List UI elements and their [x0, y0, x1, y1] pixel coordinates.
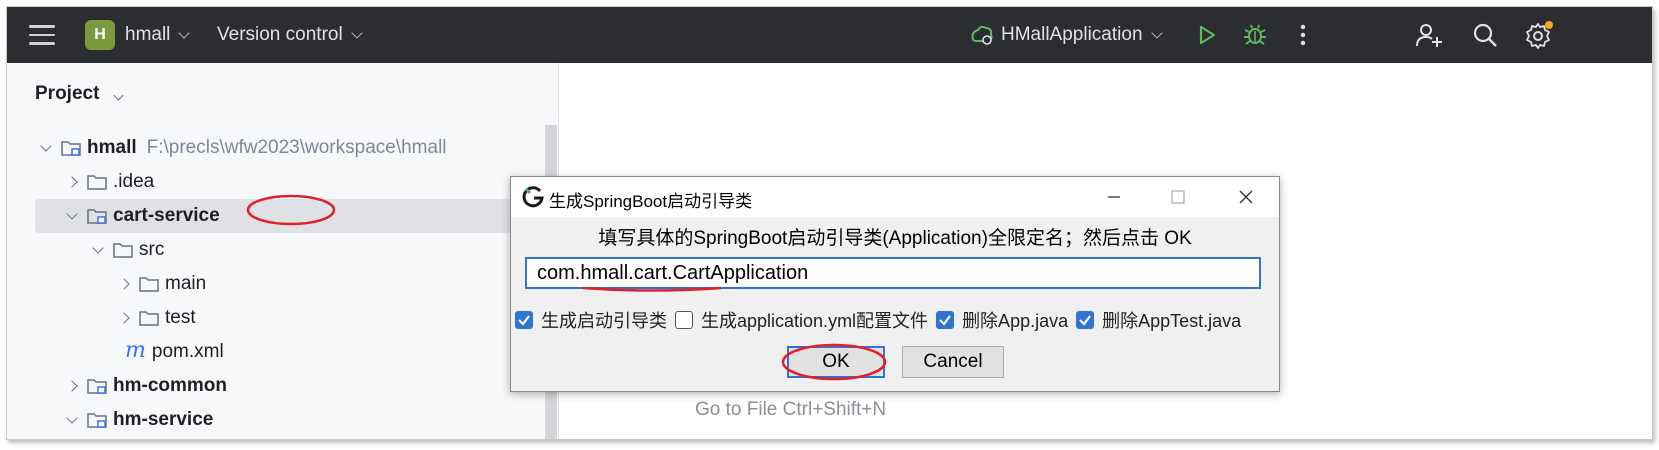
- tree-item-label: pom.xml: [151, 341, 224, 362]
- maven-file-icon: m: [125, 337, 146, 363]
- vcs-menu[interactable]: Version control: [217, 7, 363, 63]
- search-icon[interactable]: [1465, 7, 1505, 63]
- chevron-down-icon: [351, 26, 363, 39]
- run-config-icon: [971, 25, 993, 45]
- checkbox-checked-icon[interactable]: [936, 311, 955, 329]
- checkbox-checked-icon[interactable]: [1076, 311, 1095, 329]
- expand-arrow-icon[interactable]: [115, 301, 133, 335]
- tree-item-label: hm-common: [113, 375, 227, 396]
- project-panel: Project hmall F:\precls\wfw2023\workspac…: [7, 63, 559, 439]
- option-delete-apptest-java[interactable]: 删除AppTest.java: [1076, 307, 1241, 333]
- run-config-selector[interactable]: HMallApplication: [969, 7, 1163, 63]
- run-config-name: HMallApplication: [1001, 24, 1143, 45]
- run-icon[interactable]: [1187, 7, 1227, 63]
- tree-item-cart-service[interactable]: cart-service: [35, 199, 555, 233]
- option-generate-bootstrap[interactable]: 生成启动引导类: [515, 307, 667, 333]
- close-icon[interactable]: [1223, 177, 1269, 217]
- editor-hint: Go to File Ctrl+Shift+N: [695, 399, 887, 420]
- chevron-down-icon: [178, 26, 191, 39]
- minimize-icon[interactable]: [1091, 177, 1137, 217]
- maximize-icon[interactable]: [1155, 177, 1201, 217]
- tree-item-label: hm-service: [113, 409, 214, 430]
- folder-icon: [113, 243, 133, 258]
- expand-arrow-icon[interactable]: [89, 233, 107, 267]
- more-icon[interactable]: [1283, 7, 1323, 63]
- chevron-down-icon: [113, 90, 124, 101]
- tree-item-label: src: [139, 239, 165, 260]
- option-label: 生成启动引导类: [541, 311, 667, 331]
- dialog-title: 生成SpringBoot启动引导类: [549, 192, 753, 211]
- option-label: 删除App.java: [962, 311, 1069, 331]
- settings-icon[interactable]: [1519, 7, 1559, 63]
- tree-item-hm-common[interactable]: hm-common: [63, 369, 583, 403]
- expand-arrow-icon[interactable]: [115, 267, 133, 301]
- dialog-instruction: 填写具体的SpringBoot启动引导类(Application)全限定名；然后…: [598, 228, 1192, 249]
- expand-arrow-icon[interactable]: [63, 369, 81, 403]
- cancel-button[interactable]: Cancel: [902, 346, 1004, 378]
- expand-arrow-icon[interactable]: [63, 165, 81, 199]
- project-panel-label: Project: [35, 83, 100, 104]
- module-folder-icon: [61, 141, 81, 156]
- tree-item-label: cart-service: [113, 205, 220, 226]
- notification-dot: [1545, 21, 1553, 29]
- chevron-down-icon: [1150, 26, 1163, 39]
- tree-item-label: hmall: [87, 137, 137, 158]
- vcs-label: Version control: [217, 24, 343, 45]
- tree-item-hmall[interactable]: hmall F:\precls\wfw2023\workspace\hmall: [37, 131, 557, 165]
- tree-item-path: F:\precls\wfw2023\workspace\hmall: [146, 137, 447, 158]
- hamburger-icon[interactable]: [29, 7, 59, 63]
- checkbox-unchecked-icon[interactable]: [675, 311, 693, 329]
- app-logo-icon: [522, 186, 544, 208]
- checkbox-checked-icon[interactable]: [515, 311, 533, 329]
- project-selector[interactable]: H hmall: [85, 7, 191, 63]
- tree-item-hm-service[interactable]: hm-service: [63, 403, 583, 437]
- folder-icon: [87, 175, 107, 190]
- main-toolbar: H hmall Version control HMallApplication: [7, 7, 1652, 63]
- ok-button[interactable]: OK: [787, 346, 885, 378]
- project-panel-title[interactable]: Project: [35, 83, 124, 105]
- tree-item-label: test: [165, 307, 196, 328]
- option-delete-app-java[interactable]: 删除App.java: [936, 307, 1068, 333]
- module-folder-icon: [87, 379, 107, 394]
- option-generate-yml[interactable]: 生成application.yml配置文件: [675, 307, 928, 333]
- expand-arrow-icon[interactable]: [37, 131, 55, 165]
- generate-springboot-dialog: 生成SpringBoot启动引导类 填写具体的SpringBoot启动引导类(A…: [510, 176, 1280, 392]
- project-name: hmall: [125, 24, 171, 45]
- module-folder-icon: [87, 209, 107, 224]
- options-row: 生成启动引导类 生成application.yml配置文件 删除App.java…: [515, 307, 1249, 333]
- folder-icon: [139, 277, 159, 292]
- tree-item-idea[interactable]: .idea: [63, 165, 583, 199]
- option-label: 删除AppTest.java: [1102, 311, 1242, 331]
- expand-arrow-icon[interactable]: [63, 403, 81, 437]
- debug-icon[interactable]: [1235, 7, 1275, 63]
- add-user-icon[interactable]: [1409, 7, 1449, 63]
- module-folder-icon: [87, 413, 107, 428]
- tree-item-label: main: [165, 273, 207, 294]
- option-label: 生成application.yml配置文件: [701, 311, 929, 331]
- project-badge: H: [85, 20, 115, 50]
- tree-item-label: .idea: [113, 171, 155, 192]
- application-class-input[interactable]: [525, 257, 1261, 289]
- expand-arrow-icon[interactable]: [63, 199, 81, 233]
- dialog-titlebar[interactable]: 生成SpringBoot启动引导类: [511, 177, 1279, 217]
- folder-icon: [139, 311, 159, 326]
